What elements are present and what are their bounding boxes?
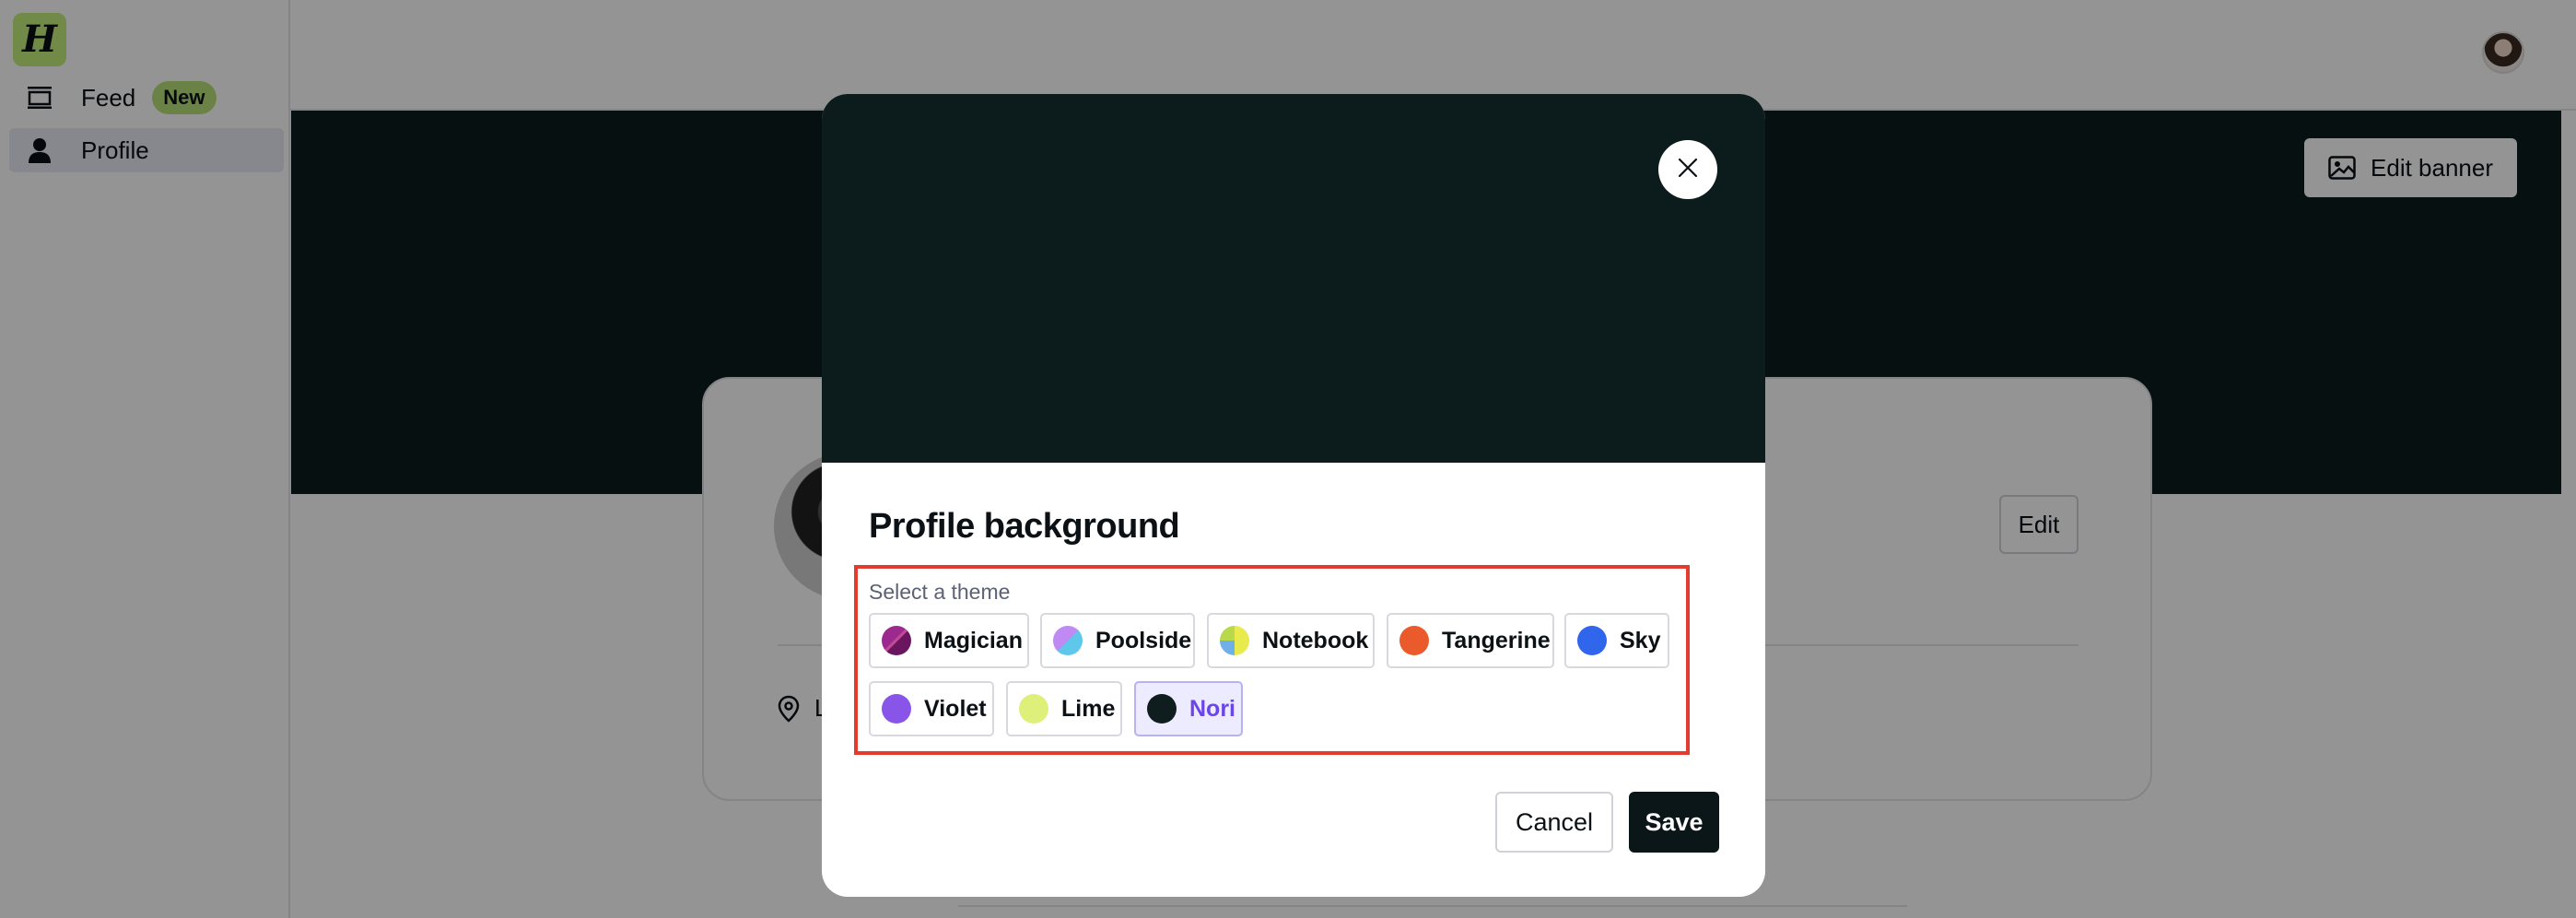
- lime-swatch-icon: [1019, 694, 1048, 724]
- cancel-label: Cancel: [1515, 807, 1594, 836]
- notebook-swatch-icon: [1220, 626, 1249, 655]
- magician-swatch-icon: [882, 626, 911, 655]
- theme-option-poolside[interactable]: Poolside: [1040, 613, 1195, 668]
- save-label: Save: [1645, 807, 1704, 836]
- save-button[interactable]: Save: [1629, 792, 1719, 853]
- theme-option-label: Notebook: [1262, 627, 1369, 653]
- theme-option-notebook[interactable]: Notebook: [1207, 613, 1375, 668]
- tangerine-swatch-icon: [1399, 626, 1429, 655]
- theme-option-label: Poolside: [1095, 627, 1192, 653]
- theme-label: Select a theme: [869, 580, 1011, 604]
- sky-swatch-icon: [1577, 626, 1607, 655]
- theme-option-tangerine[interactable]: Tangerine: [1387, 613, 1554, 668]
- theme-option-label: Violet: [924, 695, 987, 722]
- theme-option-magician[interactable]: Magician: [869, 613, 1029, 668]
- theme-option-violet[interactable]: Violet: [869, 681, 994, 736]
- violet-swatch-icon: [882, 694, 911, 724]
- cancel-button[interactable]: Cancel: [1495, 792, 1613, 853]
- modal-title: Profile background: [869, 507, 1180, 546]
- theme-option-label: Sky: [1620, 627, 1661, 653]
- theme-option-label: Tangerine: [1442, 627, 1551, 653]
- theme-option-lime[interactable]: Lime: [1006, 681, 1122, 736]
- poolside-swatch-icon: [1053, 626, 1083, 655]
- close-button[interactable]: [1658, 140, 1717, 199]
- profile-background-modal: Profile background: [822, 94, 1765, 897]
- nori-swatch-icon: [1147, 694, 1177, 724]
- close-icon: [1677, 157, 1699, 183]
- theme-option-label: Lime: [1061, 695, 1116, 722]
- theme-option-sky[interactable]: Sky: [1564, 613, 1669, 668]
- background-preview: [822, 94, 1765, 463]
- theme-option-label: Magician: [924, 627, 1023, 653]
- theme-option-label: Nori: [1189, 695, 1235, 722]
- theme-option-nori[interactable]: Nori: [1134, 681, 1243, 736]
